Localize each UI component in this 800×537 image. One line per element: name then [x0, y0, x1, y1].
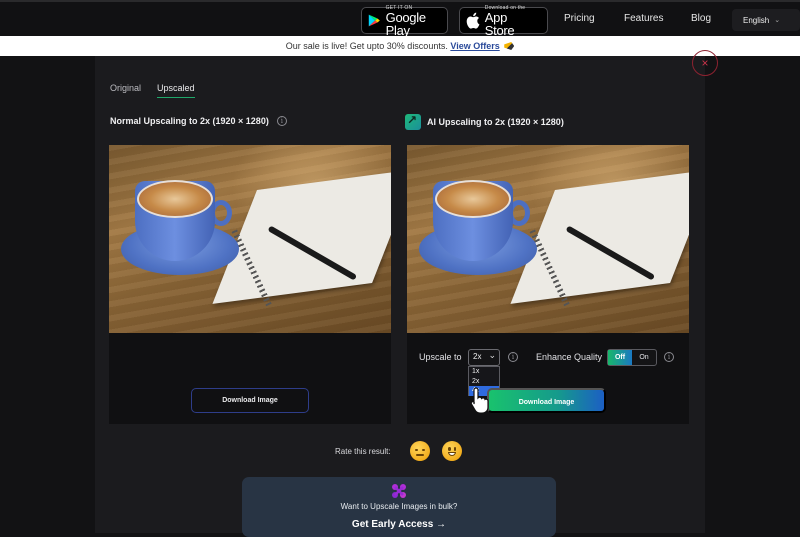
tab-original[interactable]: Original	[110, 83, 141, 97]
bulk-upscale-icon	[392, 484, 406, 498]
tab-upscaled[interactable]: Upscaled	[157, 83, 195, 98]
upscale-option-1x[interactable]: 1x	[469, 367, 499, 377]
apple-icon	[466, 12, 480, 29]
normal-upscaling-title-text: Normal Upscaling to 2x (1920 × 1280)	[110, 116, 269, 126]
enhance-info-icon[interactable]: i	[664, 352, 674, 362]
enhance-quality-toggle[interactable]: Off On	[607, 349, 657, 366]
google-play-button[interactable]: GET IT ON Google Play	[361, 5, 448, 38]
upscale-to-label: Upscale to	[419, 352, 462, 362]
get-early-access-link[interactable]: Get Early Access →	[242, 519, 556, 530]
google-play-big-text: Google Play	[385, 9, 426, 38]
ai-upscaled-image	[407, 145, 689, 333]
language-label: English	[743, 15, 770, 25]
nav-features-link[interactable]: Features	[624, 13, 663, 24]
normal-upscaling-title: Normal Upscaling to 2x (1920 × 1280) i	[110, 116, 287, 126]
download-ai-button[interactable]: Download Image	[487, 388, 606, 413]
nav-pricing-link[interactable]: Pricing	[564, 13, 595, 24]
close-button[interactable]: ×	[692, 50, 718, 76]
promo-banner: Our sale is live! Get upto 30% discounts…	[0, 36, 800, 56]
happy-face-icon[interactable]	[442, 441, 462, 461]
bulk-upscale-card: Want to Upscale Images in bulk? Get Earl…	[242, 477, 556, 537]
view-offers-link[interactable]: View Offers	[450, 41, 499, 51]
rate-result-label: Rate this result:	[335, 447, 391, 456]
language-selector[interactable]: English ⌄	[732, 9, 800, 31]
ai-upscale-panel	[407, 145, 689, 424]
normal-upscale-panel	[109, 145, 391, 424]
upscale-option-2x[interactable]: 2x	[469, 377, 499, 387]
top-navbar: GET IT ON Google Play Download on the Ap…	[0, 0, 800, 38]
ai-upscaling-title: AI Upscaling to 2x (1920 × 1280)	[405, 113, 564, 130]
enhance-off-option[interactable]: Off	[608, 350, 632, 365]
close-icon: ×	[701, 55, 709, 70]
upscale-select-value: 2x	[473, 352, 482, 361]
chevron-down-icon: ⌄	[774, 17, 781, 24]
app-store-button[interactable]: Download on the App Store	[459, 5, 548, 38]
google-play-icon	[368, 14, 380, 27]
upscale-select[interactable]: 2x ⌄	[468, 349, 500, 366]
normal-upscaled-image	[109, 145, 391, 333]
megaphone-icon	[504, 42, 515, 50]
upscale-info-icon[interactable]: i	[508, 352, 518, 362]
promo-text: Our sale is live! Get upto 30% discounts…	[285, 41, 448, 51]
ai-upscaling-title-text: AI Upscaling to 2x (1920 × 1280)	[427, 117, 564, 127]
bulk-upscale-text: Want to Upscale Images in bulk?	[340, 502, 458, 511]
enhance-quality-label: Enhance Quality	[536, 352, 603, 362]
hand-cursor-icon	[470, 387, 489, 414]
chevron-down-icon: ⌄	[488, 350, 496, 360]
download-normal-button[interactable]: Download Image	[191, 388, 309, 413]
ai-upscale-icon	[405, 113, 421, 130]
enhance-on-option[interactable]: On	[632, 350, 656, 365]
info-icon[interactable]: i	[276, 116, 287, 126]
app-store-big-text: App Store	[484, 9, 515, 38]
nav-blog-link[interactable]: Blog	[691, 13, 711, 24]
sad-face-icon[interactable]	[410, 441, 430, 461]
